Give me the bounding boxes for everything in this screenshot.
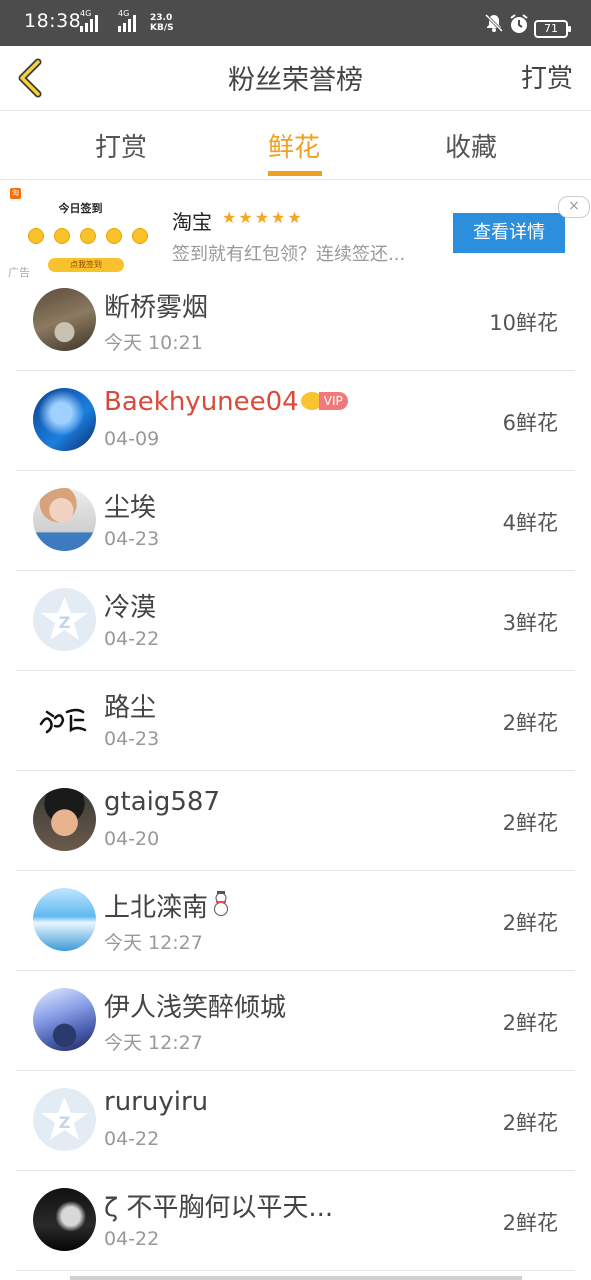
net-speed-value: 23.0: [150, 13, 173, 23]
calligraphy-avatar-icon: [39, 708, 87, 734]
network-type-label-2: 4G: [118, 9, 130, 18]
avatar[interactable]: Z: [33, 1088, 96, 1151]
user-time: 04-09: [104, 428, 160, 450]
net-speed: 23.0 KB/S: [150, 13, 174, 33]
list-item[interactable]: 路尘 04-23 2鲜花: [0, 671, 591, 771]
ad-thumb-button: 点我签到: [48, 258, 124, 272]
signal-icon-2: 4G: [118, 9, 136, 32]
list-item[interactable]: ζ 不平胸何以平天... 04-22 2鲜花: [0, 1171, 591, 1271]
avatar[interactable]: [33, 788, 96, 851]
avatar[interactable]: Z: [33, 588, 96, 651]
user-name: gtaig587: [104, 787, 220, 817]
coin-icon: [80, 228, 96, 244]
tab-reward[interactable]: 打赏: [95, 127, 147, 164]
flower-count: 10鲜花: [489, 311, 558, 335]
user-name: 上北滦南: [104, 887, 234, 924]
user-name: ruruyiru: [104, 1087, 209, 1117]
network-type-label: 4G: [80, 9, 92, 18]
svg-text:Z: Z: [59, 613, 71, 632]
avatar[interactable]: [33, 1188, 96, 1251]
user-name: 伊人浅笑醉倾城: [104, 993, 287, 1023]
flower-count: 2鲜花: [502, 711, 558, 735]
user-name: 尘埃: [104, 493, 157, 523]
avatar[interactable]: [33, 288, 96, 351]
user-name: 冷漠: [104, 593, 157, 623]
list-item[interactable]: Baekhyunee04 VIP 04-09 6鲜花: [0, 371, 591, 471]
default-avatar-icon: Z: [41, 1097, 88, 1140]
user-time: 04-23: [104, 528, 160, 550]
status-bar: 18:38 4G 4G 23.0 KB/S 71: [0, 0, 591, 46]
user-time: 04-23: [104, 728, 160, 750]
tab-favorites[interactable]: 收藏: [445, 127, 497, 164]
flower-count: 4鲜花: [502, 511, 558, 535]
avatar[interactable]: [33, 488, 96, 551]
ad-details-button[interactable]: 查看详情: [453, 213, 565, 253]
flower-count: 2鲜花: [502, 1011, 558, 1035]
tab-bar: 打赏 鲜花 收藏: [0, 111, 591, 180]
list-item[interactable]: Z ruruyiru 04-22 2鲜花: [0, 1071, 591, 1171]
alarm-icon: [510, 14, 528, 33]
signal-icon: 4G: [80, 9, 98, 32]
coin-icon: [132, 228, 148, 244]
user-name: Baekhyunee04 VIP: [104, 387, 348, 417]
list-item[interactable]: 断桥雾烟 今天 10:21 10鲜花: [0, 271, 591, 371]
coin-icon: [28, 228, 44, 244]
ad-brand: 淘宝: [172, 210, 212, 234]
avatar[interactable]: [33, 388, 96, 451]
coin-icon: [54, 228, 70, 244]
list-item[interactable]: gtaig587 04-20 2鲜花: [0, 771, 591, 871]
list-item[interactable]: 上北滦南 今天 12:27 2鲜花: [0, 871, 591, 971]
list-item[interactable]: 尘埃 04-23 4鲜花: [0, 471, 591, 571]
user-name-text: 上北滦南: [104, 893, 209, 923]
tab-indicator: [268, 171, 322, 176]
user-name: ζ 不平胸何以平天...: [104, 1193, 334, 1223]
divider: [16, 1270, 575, 1271]
default-avatar-icon: Z: [41, 597, 88, 640]
page-title: 粉丝荣誉榜: [228, 65, 363, 96]
ad-close-button[interactable]: ×: [558, 196, 590, 218]
battery-indicator: 71: [534, 20, 571, 38]
user-time: 今天 12:27: [104, 1032, 203, 1054]
vip-badge: VIP: [318, 391, 348, 410]
avatar[interactable]: [33, 988, 96, 1051]
taobao-logo-icon: 淘: [10, 188, 21, 199]
ad-banner[interactable]: 淘 今日签到 点我签到 广告 淘宝 ★★★★★ 签到就有红包领？连续签还... …: [0, 180, 591, 279]
user-time: 04-20: [104, 828, 160, 850]
ad-thumb-title: 今日签到: [58, 202, 103, 215]
flower-count: 3鲜花: [502, 611, 558, 635]
list-item[interactable]: 伊人浅笑醉倾城 今天 12:27 2鲜花: [0, 971, 591, 1071]
avatar[interactable]: [33, 888, 96, 951]
flower-count: 2鲜花: [502, 911, 558, 935]
user-name-text: Baekhyunee04: [104, 387, 299, 417]
flower-count: 6鲜花: [502, 411, 558, 435]
tab-flowers[interactable]: 鲜花: [268, 127, 320, 164]
notifications-off-icon: [484, 13, 504, 33]
user-time: 04-22: [104, 1128, 160, 1150]
ad-description: 签到就有红包领？连续签还...: [172, 244, 406, 265]
ad-rating-stars: ★★★★★: [222, 208, 304, 227]
flower-count: 2鲜花: [502, 811, 558, 835]
status-time: 18:38: [24, 10, 82, 32]
net-speed-unit: KB/S: [150, 23, 174, 33]
nav-bar: 粉丝荣誉榜 打赏: [0, 46, 591, 111]
user-time: 今天 12:27: [104, 932, 203, 954]
user-time: 04-22: [104, 628, 160, 650]
user-time: 今天 10:21: [104, 332, 203, 354]
avatar[interactable]: [33, 688, 96, 751]
user-name: 路尘: [104, 693, 157, 723]
scroll-indicator: [70, 1276, 522, 1280]
user-time: 04-22: [104, 1228, 160, 1250]
svg-text:Z: Z: [59, 1113, 71, 1132]
reward-button[interactable]: 打赏: [521, 58, 573, 95]
user-name: 断桥雾烟: [104, 293, 209, 323]
coin-icon: [106, 228, 122, 244]
list-item[interactable]: Z 冷漠 04-22 3鲜花: [0, 571, 591, 671]
back-arrow-icon[interactable]: [14, 56, 48, 100]
flower-count: 2鲜花: [502, 1111, 558, 1135]
ad-thumbnail: 淘 今日签到 点我签到: [8, 186, 153, 272]
snowman-icon: [214, 891, 229, 916]
fan-list: 断桥雾烟 今天 10:21 10鲜花 Baekhyunee04 VIP 04-09…: [0, 271, 591, 1271]
flower-count: 2鲜花: [502, 1211, 558, 1235]
